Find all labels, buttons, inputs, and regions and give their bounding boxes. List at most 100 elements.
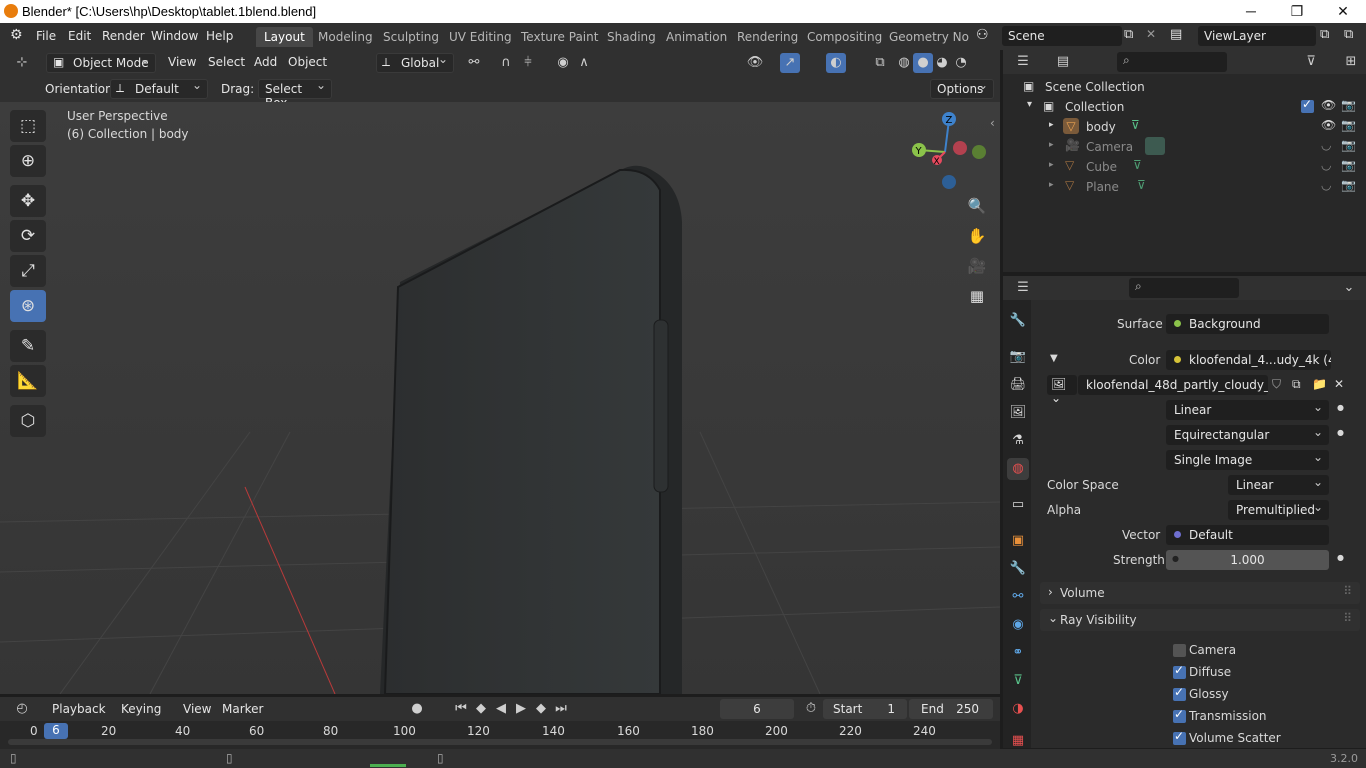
image-browse-button[interactable]: 🖼⌄ (1047, 375, 1077, 405)
view-layer-icon[interactable]: ▤ (1170, 27, 1182, 42)
drag-dropdown[interactable]: Select Box (258, 78, 332, 110)
transform-orientation-dropdown[interactable]: ⟂ Global (376, 52, 454, 73)
drag-handle-icon[interactable]: ⠿ (1343, 584, 1352, 598)
outliner-row-collection[interactable]: ▾ ▣ Collection 👁 📷 (1003, 97, 1366, 117)
expand-icon[interactable]: ▸ (1049, 180, 1054, 190)
expand-icon[interactable]: ▸ (1049, 120, 1054, 130)
play-icon[interactable]: ▶ (511, 699, 531, 719)
visibility-icon[interactable]: 👁 (745, 53, 765, 73)
rotate-tool-icon[interactable]: ⟳ (10, 220, 46, 252)
menu-object[interactable]: Object (288, 55, 327, 69)
tab-modeling[interactable]: Modeling (310, 27, 381, 47)
start-frame-field[interactable]: Start 1 (823, 699, 907, 719)
new-view-layer-icon[interactable]: ⧉ (1320, 27, 1329, 42)
cursor-tool-icon[interactable]: ⊕ (10, 145, 46, 177)
constraints-tab-icon[interactable]: ⚭ (1007, 642, 1029, 664)
menu-timeline-view[interactable]: View (183, 702, 211, 716)
modifier-tab-icon[interactable]: 🔧 (1007, 558, 1029, 580)
eye-icon[interactable]: 👁 (1321, 98, 1336, 112)
record-icon[interactable]: ● (407, 699, 427, 719)
snap-target-icon[interactable]: ⫩ (518, 53, 538, 73)
filter-icon[interactable]: ⊽ (1301, 52, 1321, 72)
add-cube-tool-icon[interactable]: ⬡ (10, 405, 46, 437)
scene-tab-icon[interactable]: ⚗ (1007, 430, 1029, 452)
camera-view-icon[interactable]: 🎥 (964, 253, 990, 279)
outliner-search-input[interactable]: ⌕ (1117, 52, 1227, 72)
tab-texture-paint[interactable]: Texture Paint (513, 27, 606, 47)
transform-tool-icon[interactable]: ⊛ (10, 290, 46, 322)
keyframe-dot-icon[interactable]: ● (1337, 553, 1344, 562)
orientation-dropdown[interactable]: ⟂ Default (110, 78, 208, 99)
menu-file[interactable]: File (36, 29, 56, 43)
strength-slider[interactable]: ● 1.000 (1166, 550, 1329, 570)
ray-visibility-panel-header[interactable]: ⌄ Ray Visibility ⠿ (1040, 609, 1360, 631)
new-image-icon[interactable]: ⧉ (1292, 377, 1301, 392)
camera-data-icon[interactable] (1145, 137, 1165, 155)
solid-shading-icon[interactable]: ● (913, 53, 933, 73)
view-layer-tab-icon[interactable]: 🖼 (1007, 402, 1029, 424)
image-name-field[interactable]: kloofendal_48d_partly_cloudy_4k (... (1078, 375, 1268, 395)
alpha-dropdown[interactable]: Premultiplied (1228, 500, 1329, 520)
outliner-row-scene-collection[interactable]: ▣ Scene Collection (1003, 77, 1366, 97)
timeline-ruler[interactable]: 0 6 20 40 60 80 100 120 140 160 180 200 … (0, 721, 1000, 749)
particles-tab-icon[interactable]: ⚯ (1007, 586, 1029, 608)
eye-hidden-icon[interactable]: ◡ (1321, 138, 1331, 152)
scene-icon[interactable]: ⚇ (976, 27, 989, 43)
outliner-row-body[interactable]: ▸ ▽ body ⊽ 👁 📷 (1003, 117, 1366, 137)
tab-shading[interactable]: Shading (599, 27, 664, 47)
ray-volume-scatter-checkbox[interactable]: Volume Scatter (1172, 729, 1352, 747)
falloff-icon[interactable]: ∧ (574, 53, 594, 73)
pan-hand-icon[interactable]: ✋ (964, 223, 990, 249)
camera-render-icon[interactable]: 📷 (1341, 178, 1356, 192)
xray-icon[interactable]: ⧉ (870, 53, 890, 73)
checkbox[interactable] (1173, 685, 1186, 701)
end-frame-field[interactable]: End 250 (909, 699, 993, 719)
ray-glossy-checkbox[interactable]: Glossy (1172, 685, 1352, 705)
source-dropdown[interactable]: Single Image (1166, 450, 1329, 470)
outliner-row-camera[interactable]: ▸ 🎥 Camera ◡ 📷 (1003, 137, 1366, 157)
properties-editor-type-icon[interactable]: ☰ (1013, 278, 1033, 298)
menu-edit[interactable]: Edit (68, 29, 91, 43)
expand-icon[interactable]: ▾ (1027, 99, 1032, 110)
tab-layout[interactable]: Layout (256, 27, 313, 47)
exclude-checkbox[interactable] (1301, 97, 1314, 113)
unlink-image-icon[interactable]: ✕ (1334, 377, 1344, 391)
checkbox[interactable] (1173, 644, 1186, 657)
menu-add[interactable]: Add (254, 55, 277, 69)
new-scene-icon[interactable]: ⧉ (1124, 27, 1133, 42)
keyframe-dot-icon[interactable]: ● (1337, 428, 1344, 437)
keyframe-dot-icon[interactable]: ● (1337, 403, 1344, 412)
ortho-grid-icon[interactable]: ▦ (964, 283, 990, 309)
fake-user-shield-icon[interactable]: ⛉ (1272, 377, 1281, 392)
tool-tab-icon[interactable]: 🔧 (1007, 310, 1029, 332)
delete-scene-icon[interactable]: ✕ (1146, 27, 1156, 41)
snap-icon[interactable]: ∩ (496, 53, 516, 73)
rendered-shading-icon[interactable]: ◔ (951, 53, 971, 73)
outliner-row-cube[interactable]: ▸ ▽ Cube ⊽ ◡ 📷 (1003, 157, 1366, 177)
navigation-gizmo[interactable]: Z Y X (905, 112, 995, 197)
restore-button[interactable]: ❐ (1274, 0, 1320, 23)
menu-view[interactable]: View (168, 55, 196, 69)
annotate-tool-icon[interactable]: ✎ (10, 330, 46, 362)
scene-name-field[interactable]: Scene (1002, 26, 1122, 46)
physics-tab-icon[interactable]: ◉ (1007, 614, 1029, 636)
mode-dropdown[interactable]: ▣ Object Mode (46, 52, 156, 73)
timeline-editor-type-icon[interactable]: ◴ (12, 699, 32, 719)
material-tab-icon[interactable]: ◑ (1007, 698, 1029, 720)
pivot-icon[interactable]: ⚯ (464, 53, 484, 73)
wireframe-shading-icon[interactable]: ◍ (894, 53, 914, 73)
open-image-folder-icon[interactable]: 📁 (1312, 377, 1327, 391)
select-box-tool-icon[interactable]: ⬚ (10, 110, 46, 142)
tab-animation[interactable]: Animation (658, 27, 735, 47)
checkbox[interactable] (1173, 707, 1186, 723)
mesh-data-icon[interactable]: ⊽ (1131, 118, 1140, 132)
blender-menu-icon[interactable]: ⚙ (10, 27, 23, 43)
outliner-row-plane[interactable]: ▸ ▽ Plane ⊽ ◡ 📷 (1003, 177, 1366, 197)
new-collection-icon[interactable]: ⊞ (1341, 52, 1361, 72)
render-tab-icon[interactable]: 📷 (1007, 346, 1029, 368)
display-mode-icon[interactable]: ▤ (1053, 52, 1073, 72)
overlay-toggle-icon[interactable]: ◐ (826, 53, 846, 73)
tab-compositing[interactable]: Compositing (799, 27, 890, 47)
tab-sculpting[interactable]: Sculpting (375, 27, 447, 47)
tab-uv-editing[interactable]: UV Editing (441, 27, 520, 47)
